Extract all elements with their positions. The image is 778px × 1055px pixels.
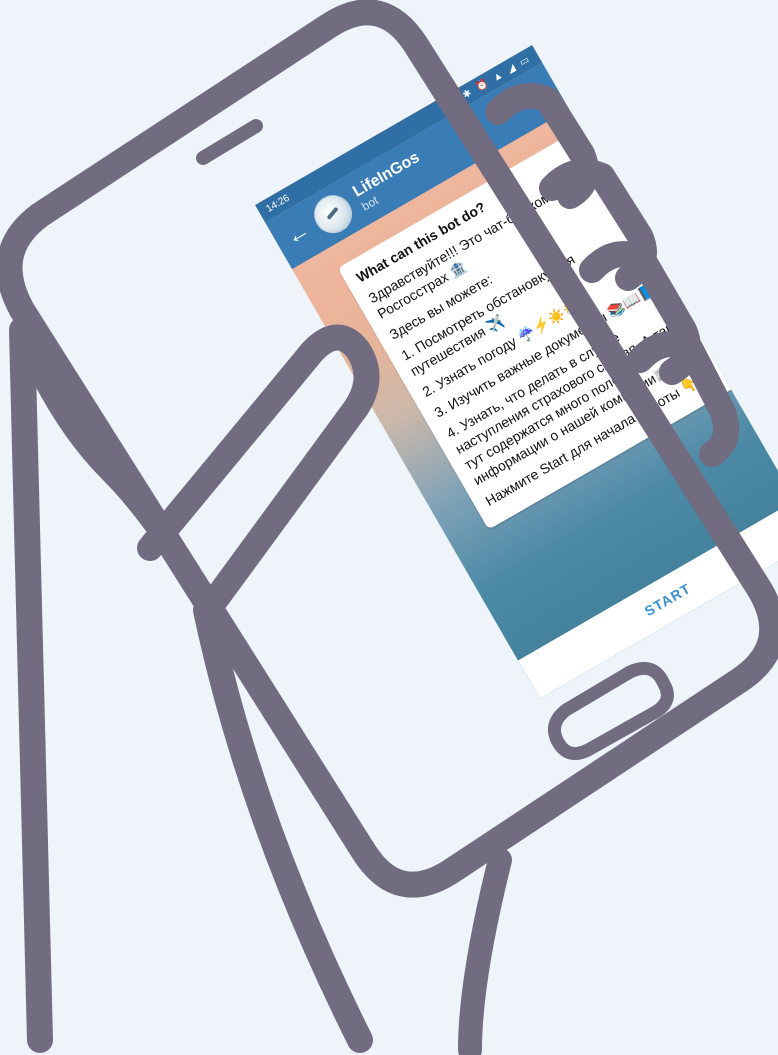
hand-holding-phone-icon bbox=[0, 0, 778, 1055]
illustration: 14:26 ... ✱ ⏰ ▲ ◢ ▭ ← LifeInGos bot ⋮ Wh… bbox=[0, 0, 778, 1055]
